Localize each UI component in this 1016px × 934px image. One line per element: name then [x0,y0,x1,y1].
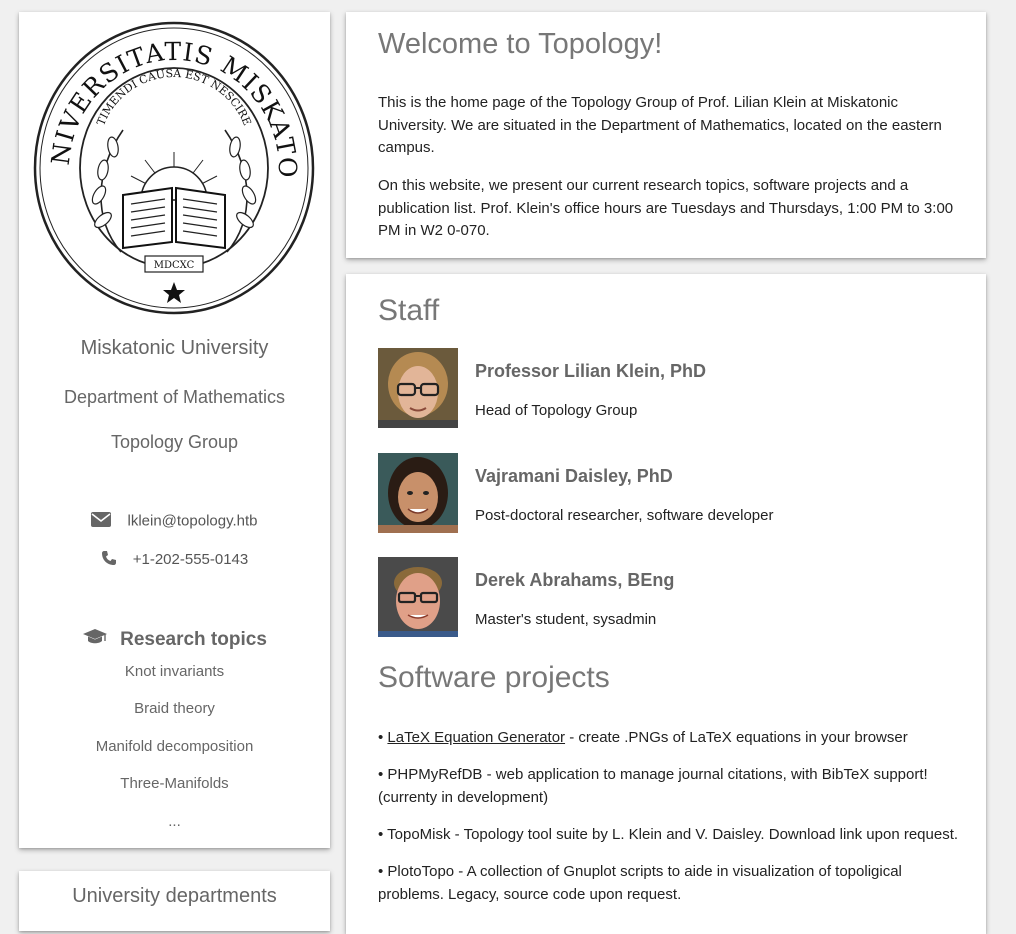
group-name: Topology Group [110,432,239,452]
staff-photo-klein [378,348,458,428]
main-card: Staff Professor Lilian Klein, PhD Head o… [346,274,986,934]
staff-photo-abrahams [378,557,458,637]
sidebar-card: SIGILLVM VNIVERSITATIS MISKATONICIENSIS … [19,12,330,848]
staff-role: Post-doctoral researcher, software devel… [475,507,774,524]
email-address[interactable]: lklein@topology.htb [127,512,257,529]
staff-photo-daisley [378,453,458,533]
departments-card: University departments [19,871,330,931]
project-item: • TopoMisk - Topology tool suite by L. K… [378,824,968,847]
welcome-paragraph-2: On this website, we present our current … [378,177,954,239]
departments-title: University departments [72,885,277,907]
envelope-icon [91,512,112,531]
staff-role: Head of Topology Group [475,402,638,419]
svg-text:SIGILLVM VNIVERSITATIS MISKATO: SIGILLVM VNIVERSITATIS MISKATONICIENSIS [33,20,302,179]
project-description: - create .PNGs of LaTeX equations in you… [565,729,908,746]
welcome-paragraph-1: This is the home page of the Topology Gr… [378,94,942,156]
staff-name: Vajramani Daisley, PhD [475,466,673,486]
latex-equation-generator-link[interactable]: LaTeX Equation Generator [387,729,565,746]
research-topic-item[interactable]: Braid theory [19,700,330,717]
staff-role: Master's student, sysadmin [475,611,657,628]
department-name: Department of Mathematics [63,387,286,407]
welcome-title: Welcome to Topology! [378,28,663,60]
bullet: • [378,826,388,843]
university-seal-logo: SIGILLVM VNIVERSITATIS MISKATONICIENSIS … [33,20,315,315]
research-topics-title: Research topics [120,629,267,651]
project-item: • PlotoTopo - A collection of Gnuplot sc… [378,861,968,906]
contact-email: lklein@topology.htb [19,512,330,531]
research-topic-item[interactable]: Manifold decomposition [19,738,330,755]
welcome-card: Welcome to Topology! This is the home pa… [346,12,986,258]
research-topic-item[interactable]: Knot invariants [19,663,330,680]
bullet: • [378,729,388,746]
research-topic-item[interactable]: Three-Manifolds [19,775,330,792]
project-text: TopoMisk - Topology tool suite by L. Kle… [387,826,959,843]
project-item: • PHPMyRefDB - web application to manage… [378,764,968,809]
contact-phone: +1-202-555-0143 [19,550,330,570]
phone-icon [101,550,117,570]
svg-text:MDCXC: MDCXC [154,260,195,271]
project-text: PHPMyRefDB - web application to manage j… [378,766,928,806]
staff-name: Derek Abrahams, BEng [475,570,675,590]
project-item: • LaTeX Equation Generator - create .PNG… [378,727,968,750]
phone-number[interactable]: +1-202-555-0143 [133,551,249,568]
graduation-cap-icon [82,628,108,652]
software-projects-title: Software projects [378,661,610,694]
university-name: Miskatonic University [80,337,269,359]
research-topic-more[interactable]: ... [19,813,330,830]
staff-name: Professor Lilian Klein, PhD [475,361,707,381]
staff-title: Staff [378,294,440,327]
bullet: • [378,766,388,783]
bullet: • [378,863,388,880]
project-text: PlotoTopo - A collection of Gnuplot scri… [378,863,902,903]
research-topics-heading: Research topics [19,628,330,652]
